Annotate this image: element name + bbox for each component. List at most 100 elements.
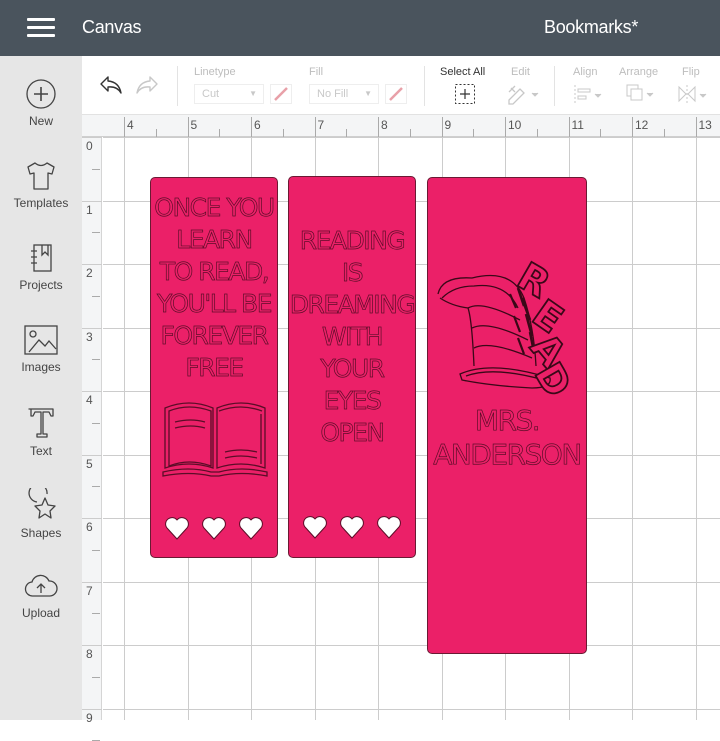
bookmark-text-line: FOREVER — [160, 321, 269, 351]
ruler-minor-tick — [92, 359, 100, 361]
no-color-icon — [389, 87, 403, 101]
app-title: Canvas — [82, 17, 142, 37]
bookmark-text-line: EYES — [323, 386, 382, 416]
sidebar-label: New — [28, 114, 53, 128]
bookmark-text-line: MRS. — [474, 404, 540, 438]
sidebar-label: Upload — [21, 606, 61, 620]
bookmark-reading-is-dreaming[interactable]: READING IS DREAMING WITH YOUR EYES OPEN — [288, 176, 416, 558]
top-bar: Canvas Bookmarks* — [0, 0, 720, 56]
ruler-label: 3 — [86, 329, 93, 344]
toolbar-divider — [177, 66, 178, 106]
edit-icon[interactable] — [506, 83, 540, 105]
arrange-icon[interactable] — [625, 83, 659, 105]
ruler-corner — [82, 115, 102, 137]
select-all-icon[interactable] — [454, 83, 476, 105]
bookmark-quote: ONCE YOU LEARN TO READ, YOU'LL BE FOREVER FRE… — [151, 192, 277, 384]
linetype-value: Cut — [202, 88, 220, 100]
fill-label: Fill — [309, 66, 324, 78]
ruler-minor-tick — [92, 168, 100, 170]
ruler-label: 11 — [571, 118, 584, 132]
bookmark-once-you-learn[interactable]: ONCE YOU LEARN TO READ, YOU'LL BE FOREVER FRE… — [150, 177, 278, 558]
bookmark-text-line: YOU'LL BE — [156, 289, 273, 319]
ruler-minor-tick — [663, 129, 665, 137]
notebook-icon — [31, 244, 52, 272]
ruler-major-tick — [82, 454, 102, 456]
ruler-minor-tick — [600, 129, 602, 137]
sidebar-item-templates[interactable]: Templates — [0, 160, 82, 240]
redo-icon[interactable] — [134, 74, 160, 96]
ruler-major-tick — [314, 117, 316, 137]
document-title[interactable]: Bookmarks* — [544, 17, 638, 38]
ruler-major-tick — [632, 117, 633, 137]
bookmark-mrs-anderson[interactable]: R E A D MRS. ANDERSON — [427, 177, 587, 654]
linetype-color-swatch[interactable] — [270, 84, 292, 104]
sidebar-item-projects[interactable]: Projects — [0, 242, 82, 322]
bookmark-text-line: DREAMING — [289, 290, 416, 320]
heart-icon — [303, 516, 327, 539]
fill-color-swatch[interactable] — [385, 84, 407, 104]
bookmark-text-line: LEARN — [176, 225, 254, 255]
ruler-minor-tick — [282, 129, 284, 137]
ruler-label: 7 — [86, 583, 93, 598]
sidebar-label: Projects — [19, 278, 63, 292]
grid-line — [103, 708, 720, 710]
ruler-minor-tick — [92, 486, 100, 488]
open-book-icon — [162, 402, 268, 477]
ruler-label: 6 — [86, 520, 93, 534]
flip-label: Flip — [682, 66, 700, 78]
bookmark-text-line: FREE — [185, 353, 245, 383]
grid-line — [103, 581, 720, 583]
chevron-down-icon: ▼ — [249, 89, 257, 98]
sidebar-item-new[interactable]: New — [0, 78, 82, 158]
horizontal-ruler: 4 5 6 7 8 9 10 11 12 13 — [102, 115, 720, 137]
sidebar-item-shapes[interactable]: Shapes — [0, 488, 82, 568]
ruler-major-tick — [505, 117, 506, 137]
plus-circle-icon — [26, 79, 56, 109]
sidebar-item-text[interactable]: Text — [0, 406, 82, 486]
fill-select[interactable]: No Fill ▼ — [309, 84, 379, 104]
sidebar: New Templates Projects Images Text Shape… — [0, 56, 82, 720]
image-icon — [24, 325, 58, 355]
bookmark-text-line: ONCE YOU — [154, 193, 276, 223]
bookmark-text-line: WITH — [321, 322, 384, 352]
sidebar-item-upload[interactable]: Upload — [0, 572, 82, 652]
heart-icon — [202, 517, 226, 540]
sidebar-label: Text — [29, 444, 52, 458]
hamburger-menu-icon[interactable] — [27, 18, 55, 38]
ruler-major-tick — [82, 645, 102, 646]
bookmark-text-line: ANDERSON — [433, 438, 583, 472]
align-icon[interactable] — [573, 84, 607, 106]
ruler-label: 6 — [254, 118, 261, 132]
ruler-major-tick — [82, 518, 102, 519]
ruler-minor-tick — [92, 676, 100, 678]
bookmark-text-line: YOUR — [320, 354, 385, 384]
vertical-ruler: 0 1 2 3 4 5 6 7 8 9 — [82, 115, 102, 741]
edit-label: Edit — [511, 66, 530, 78]
ruler-label: 5 — [190, 118, 198, 132]
ruler-label: 9 — [86, 710, 93, 725]
bookmark-text-line: IS — [341, 258, 364, 288]
chevron-down-icon: ▼ — [364, 89, 372, 98]
fill-value: No Fill — [317, 88, 349, 100]
ruler-minor-tick — [346, 129, 348, 137]
bookmark-text-line: OPEN — [320, 418, 385, 448]
linetype-label: Linetype — [194, 66, 236, 78]
flip-icon[interactable] — [677, 84, 711, 106]
ruler-label: 12 — [635, 118, 649, 132]
design-canvas[interactable]: ONCE YOU LEARN TO READ, YOU'LL BE FOREVER FRE… — [103, 137, 720, 720]
linetype-select[interactable]: Cut ▼ — [194, 84, 264, 104]
ruler-minor-tick — [473, 129, 475, 137]
ruler-major-tick — [82, 391, 102, 392]
select-all-label: Select All — [440, 66, 486, 78]
ruler-major-tick — [568, 117, 570, 137]
bookmark-text-line: READING — [299, 226, 406, 256]
sidebar-item-images[interactable]: Images — [0, 324, 82, 404]
grid-line — [632, 137, 633, 720]
sidebar-label: Shapes — [20, 526, 62, 540]
undo-icon[interactable] — [98, 74, 124, 96]
ruler-label: 0 — [86, 139, 93, 153]
sidebar-label: Images — [21, 360, 61, 374]
ruler-label: 2 — [86, 266, 93, 280]
toolbar: Linetype Cut ▼ Fill No Fill ▼ Select All E… — [82, 56, 720, 115]
ruler-minor-tick — [155, 129, 157, 137]
